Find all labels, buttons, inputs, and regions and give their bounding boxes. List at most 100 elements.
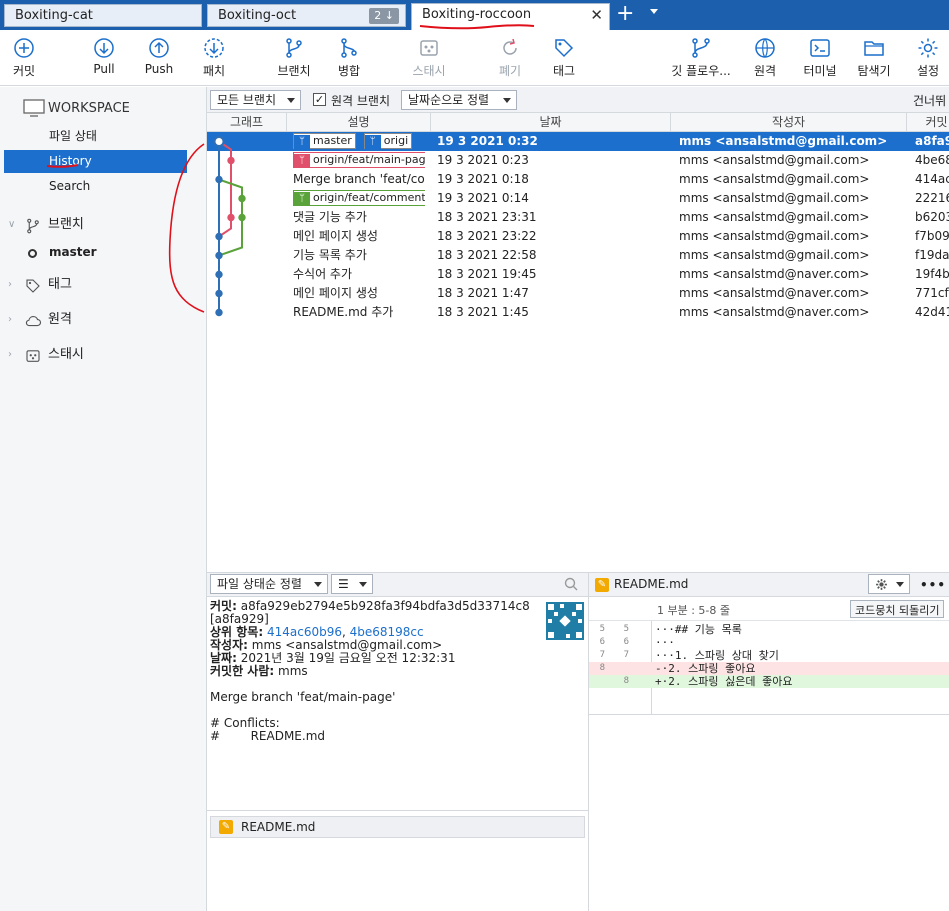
diff-line: 7 7 ···1. 스파링 상대 찾기	[589, 649, 949, 662]
diff-options-dropdown[interactable]	[868, 574, 910, 594]
tab-dropdown-icon[interactable]	[650, 9, 658, 14]
commit-date: 18 3 2021 23:31	[437, 210, 537, 224]
branch-button[interactable]: 브랜치	[275, 36, 313, 79]
commit-message: Merge branch 'feat/com	[293, 172, 425, 186]
branch-ref-label: origin/feat/comment	[313, 191, 425, 204]
table-row[interactable]: README.md 추가 18 3 2021 1:45 mms <ansalstmd…	[207, 303, 949, 322]
commit-description: Merge branch 'feat/com	[293, 170, 425, 189]
tab-boxiting-oct[interactable]: Boxiting-oct 2 ↓	[207, 4, 406, 27]
commit-description: README.md 추가	[293, 303, 425, 322]
terminal-button[interactable]: 터미널	[801, 36, 839, 79]
close-icon[interactable]: ✕	[590, 6, 603, 24]
branch-filter-dropdown[interactable]: 모든 브랜치	[210, 90, 301, 110]
table-row[interactable]: 메인 페이지 생성 18 3 2021 23:22 mms <ansalstmd@g…	[207, 227, 949, 246]
column-header-commit[interactable]: 커밋	[907, 113, 949, 132]
column-header-description[interactable]: 설명	[287, 113, 431, 132]
pull-button[interactable]: Pull	[90, 36, 118, 76]
stash-button[interactable]: 스태시	[410, 36, 448, 79]
table-row[interactable]: Merge branch 'feat/com 19 3 2021 0:18 mms …	[207, 170, 949, 189]
table-row[interactable]: ᛘ master ᛘ origi 19 3 2021 0:32 mms <ansalstm…	[207, 132, 949, 151]
committer-line: 커밋한 사람: mms	[210, 665, 585, 678]
avatar	[546, 602, 584, 640]
commit-node[interactable]	[215, 308, 223, 317]
revert-hunk-button[interactable]: 코드뭉치 되돌리기	[850, 600, 945, 618]
explorer-button[interactable]: 탐색기	[855, 36, 893, 79]
chevron-down-icon	[896, 582, 904, 587]
tag-button[interactable]: 태그	[550, 36, 578, 79]
chevron-down-icon	[287, 98, 295, 103]
stash-label: 스태시	[48, 347, 84, 362]
commit-node[interactable]	[215, 251, 223, 260]
branch-ref-tag[interactable]: ᛘ origin/feat/main-page	[293, 152, 425, 168]
gear-icon	[876, 579, 887, 590]
column-header-date[interactable]: 날짜	[431, 113, 671, 132]
branch-ref-tag[interactable]: ᛘ origi	[363, 133, 413, 149]
list-view-icon: ☰	[338, 577, 349, 591]
fetch-button[interactable]: 패치	[200, 36, 228, 79]
branch-ref-tag[interactable]: ᛘ origin/feat/comment	[293, 190, 425, 206]
tab-boxiting-cat[interactable]: Boxiting-cat	[4, 4, 202, 27]
git-flow-button[interactable]: 깃 플로우...	[669, 36, 733, 79]
parent-link-2[interactable]: 4be68198cc	[350, 625, 424, 639]
branches-label: 브랜치	[48, 217, 84, 232]
diff-line: 5 5 ···## 기능 목록	[589, 623, 949, 636]
commit-node[interactable]	[215, 232, 223, 241]
parent-link-1[interactable]: 414ac60b96	[267, 625, 342, 639]
remote-button[interactable]: 원격	[751, 36, 779, 79]
branch-ref-tag[interactable]: ᛘ master	[293, 133, 356, 149]
push-button[interactable]: Push	[143, 36, 175, 76]
table-row[interactable]: 댓글 기능 추가 18 3 2021 23:31 mms <ansalstmd@gm…	[207, 208, 949, 227]
commit-date: 18 3 2021 22:58	[437, 248, 537, 262]
table-row[interactable]: 메인 페이지 생성 18 3 2021 1:47 mms <ansalstmd@na…	[207, 284, 949, 303]
new-line-number: 5	[623, 624, 629, 634]
column-header-graph[interactable]: 그래프	[207, 113, 287, 132]
table-row[interactable]: 수식어 추가 18 3 2021 19:45 mms <ansalstmd@nave…	[207, 265, 949, 284]
commit-node[interactable]	[238, 194, 246, 203]
commit-node[interactable]	[227, 156, 235, 165]
commit-node[interactable]	[238, 213, 246, 222]
commit-node[interactable]	[227, 213, 235, 222]
table-row[interactable]: ᛘ origin/feat/comment 19 3 2021 0:14 mms <a…	[207, 189, 949, 208]
globe-icon	[755, 38, 775, 58]
stash-icon	[26, 350, 40, 362]
diff-line: 6 6 ···	[589, 636, 949, 649]
commit-hash: f19da	[915, 248, 949, 262]
jump-to-label[interactable]: 건너뛰	[913, 92, 946, 109]
diff-body: 1 부분 : 5-8 줄 코드뭉치 되돌리기 5 5 ···## 기능 목록 6 6 ··…	[588, 597, 949, 911]
file-sort-dropdown[interactable]: 파일 상태순 정렬	[210, 574, 328, 594]
terminal-icon	[810, 39, 830, 57]
more-options-icon[interactable]: •••	[920, 578, 946, 592]
list-item[interactable]: ✎ README.md	[210, 816, 585, 838]
commit-author: mms <ansalstmd@gmail.com>	[679, 153, 870, 167]
merge-label: 병합	[337, 64, 361, 78]
author-value: mms <ansalstmd@gmail.com>	[251, 638, 443, 652]
commit-button[interactable]: 커밋	[10, 36, 38, 79]
settings-button[interactable]: 설정	[914, 36, 942, 79]
sidebar-group-stash[interactable]: › 스태시	[0, 343, 200, 367]
table-header: 그래프 설명 날짜 작성자 커밋	[207, 113, 949, 132]
sidebar-item-master[interactable]: master	[49, 245, 97, 259]
table-row[interactable]: 기능 목록 추가 18 3 2021 22:58 mms <ansalstmd@gm…	[207, 246, 949, 265]
column-header-author[interactable]: 작성자	[671, 113, 907, 132]
merge-button[interactable]: 병합	[335, 36, 363, 79]
search-icon[interactable]	[564, 577, 578, 591]
discard-button[interactable]: 폐기	[496, 36, 524, 79]
date-label: 날짜:	[210, 651, 237, 665]
remote-branches-checkbox[interactable]: ✓	[313, 93, 326, 106]
commit-node[interactable]	[215, 289, 223, 298]
file-view-dropdown[interactable]: ☰	[331, 574, 373, 594]
chevron-right-icon: ›	[8, 279, 12, 290]
table-row[interactable]: ᛘ origin/feat/main-page 19 3 2021 0:23 mms …	[207, 151, 949, 170]
tag-icon	[555, 39, 574, 58]
commit-author: mms <ansalstmd@naver.com>	[679, 305, 870, 319]
sort-dropdown[interactable]: 날짜순으로 정렬	[401, 90, 517, 110]
arrow-up-circle-icon	[149, 38, 169, 58]
old-line-number: 5	[599, 624, 605, 634]
commit-node[interactable]	[215, 270, 223, 279]
commit-author: mms <ansalstmd@gmail.com>	[679, 248, 870, 262]
commit-date: 18 3 2021 19:45	[437, 267, 537, 281]
commit-node[interactable]	[215, 175, 223, 184]
commit-node[interactable]	[213, 136, 225, 147]
old-line-number: 8	[599, 663, 605, 673]
new-tab-plus-icon[interactable]: +	[616, 2, 634, 26]
